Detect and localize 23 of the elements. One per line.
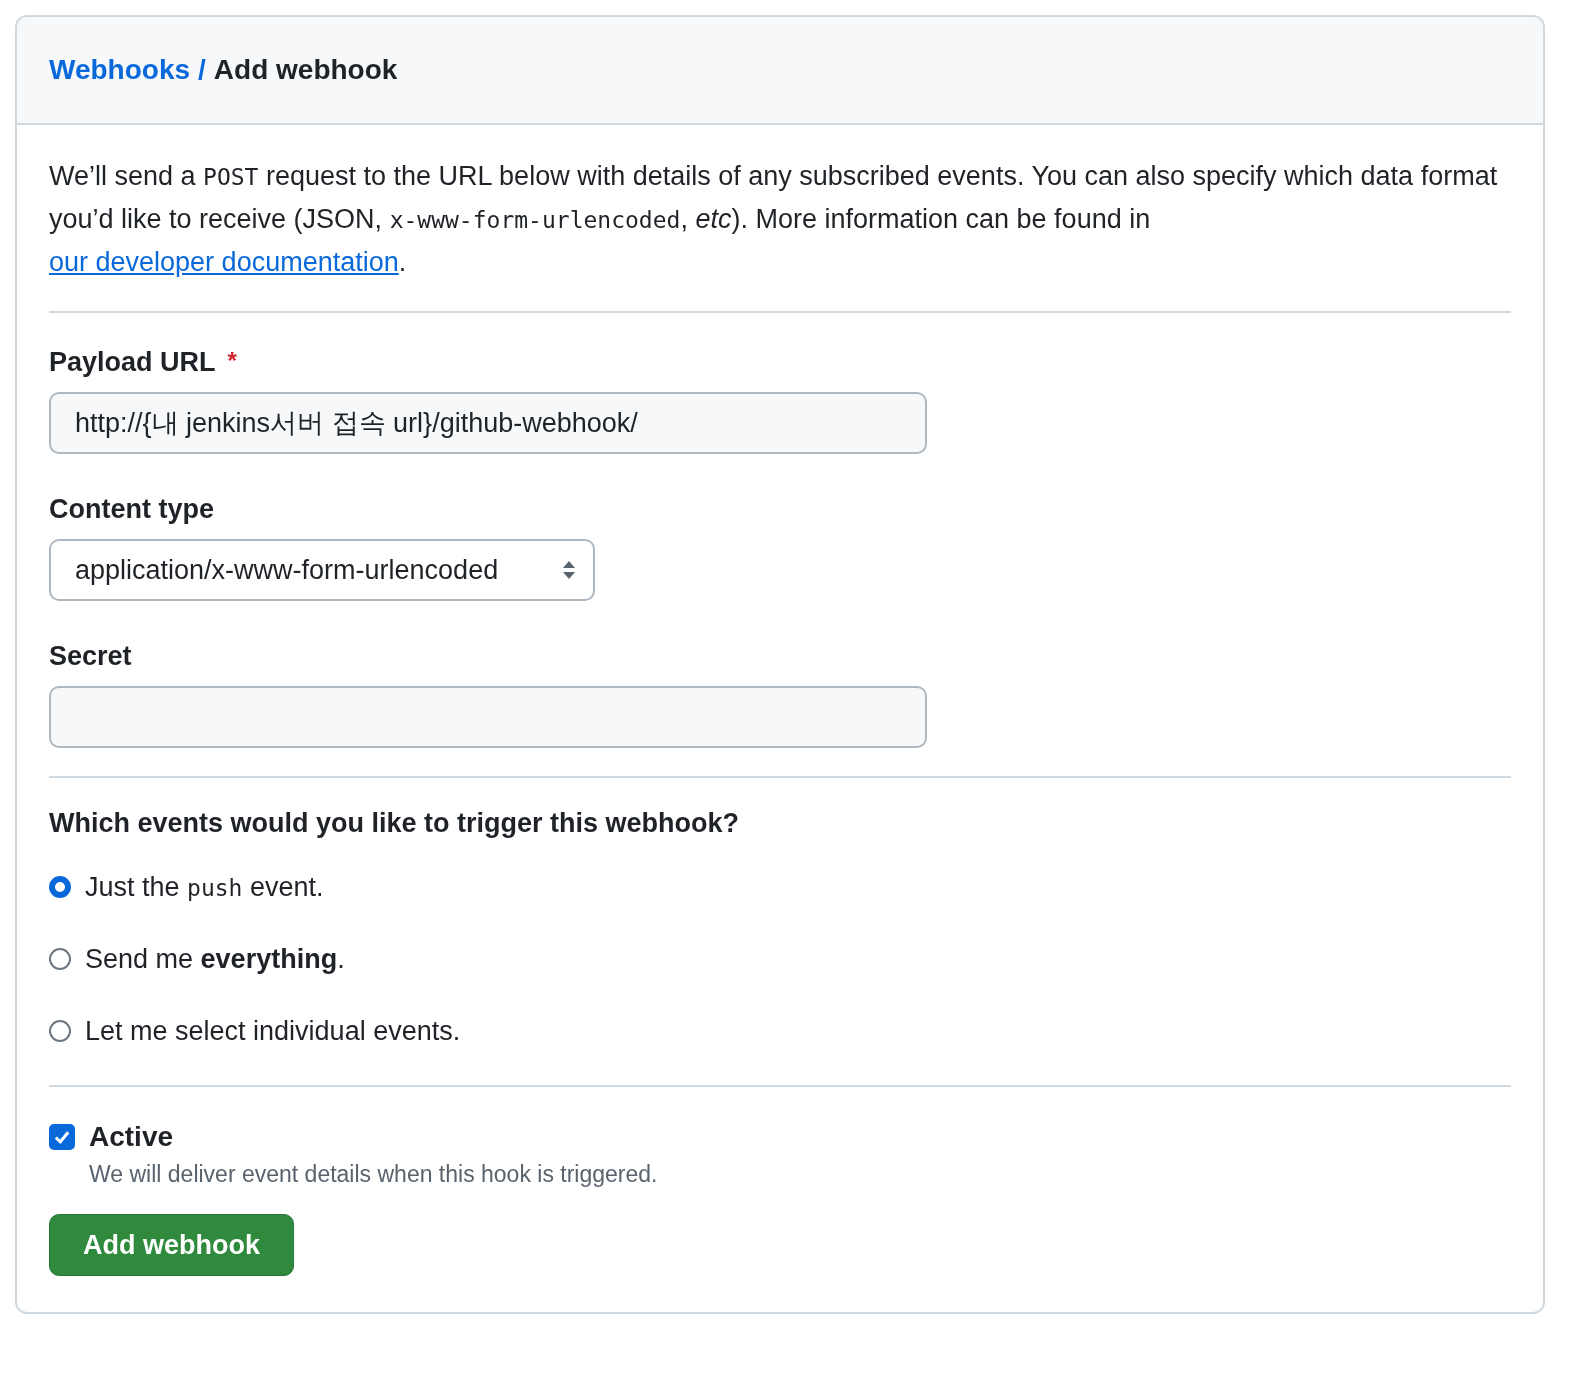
content-type-dropdown[interactable]: application/x-www-form-urlencoded	[49, 539, 595, 601]
hint-text: We will deliver event details when this hook is triggered.	[89, 1161, 658, 1188]
radio-option[interactable]: Just the push event.	[49, 869, 324, 905]
checkbox[interactable]	[49, 1124, 75, 1150]
required-mark: *	[227, 347, 237, 376]
radio-button[interactable]	[49, 948, 71, 970]
field-label: Content type	[49, 494, 214, 525]
page-title: Add webhook	[213, 54, 398, 86]
radio-button[interactable]	[49, 1020, 71, 1042]
active-checkbox-option[interactable]: Active	[49, 1121, 174, 1153]
field-label: Secret	[49, 641, 132, 672]
description-text: We’ll send a POST request to the URL below with details of any subscribed events. You can also specify which data format you’d like to receive (JSON, x-www-form-urlencoded, etc). More information can be found in our developer documentation.	[49, 160, 1499, 279]
radio-button[interactable]	[49, 876, 71, 898]
breadcrumb-link[interactable]: Webhooks	[49, 54, 191, 86]
field-label: Payload URL	[49, 347, 216, 378]
add-webhook-button[interactable]: Add webhook	[49, 1214, 294, 1276]
breadcrumb-separator: /	[198, 54, 206, 86]
payload-url-field[interactable]: http://{내 jenkins서버 접속 url}/github-webhook/	[49, 392, 927, 454]
radio-option[interactable]: Let me select individual events.	[49, 1013, 461, 1049]
documentation-link[interactable]: our developer documentation	[49, 247, 399, 277]
secret-field[interactable]	[49, 686, 927, 748]
section-question: Which events would you like to trigger this webhook?	[49, 808, 740, 839]
radio-option[interactable]: Send me everything.	[49, 941, 345, 977]
